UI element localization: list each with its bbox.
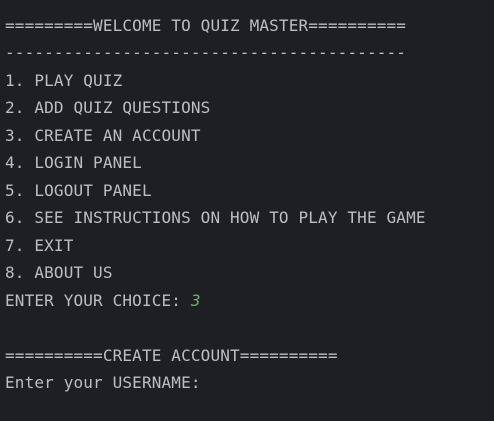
username-prompt[interactable]: Enter your USERNAME: [5,373,201,393]
menu-item-logout: 5. LOGOUT PANEL [5,181,152,200]
menu-item-play-quiz: 1. PLAY QUIZ [5,71,123,90]
choice-input-value[interactable]: 3 [191,291,201,310]
menu-item-login: 4. LOGIN PANEL [5,153,142,172]
menu-item-add-questions: 2. ADD QUIZ QUESTIONS [5,98,211,117]
menu-item-exit: 7. EXIT [5,236,74,255]
choice-prompt: ENTER YOUR CHOICE: [5,291,191,310]
menu-item-instructions: 6. SEE INSTRUCTIONS ON HOW TO PLAY THE G… [5,208,426,227]
console-output: =========WELCOME TO QUIZ MASTER=========… [0,0,494,421]
menu-item-create-account: 3. CREATE AN ACCOUNT [5,126,201,145]
choice-line: ENTER YOUR CHOICE: 3 [5,291,201,311]
separator-line: ----------------------------------------… [5,43,407,62]
welcome-banner: =========WELCOME TO QUIZ MASTER=========… [5,16,407,35]
create-account-header: ==========CREATE ACCOUNT========== [5,346,338,365]
menu-item-about: 8. ABOUT US [5,263,113,282]
